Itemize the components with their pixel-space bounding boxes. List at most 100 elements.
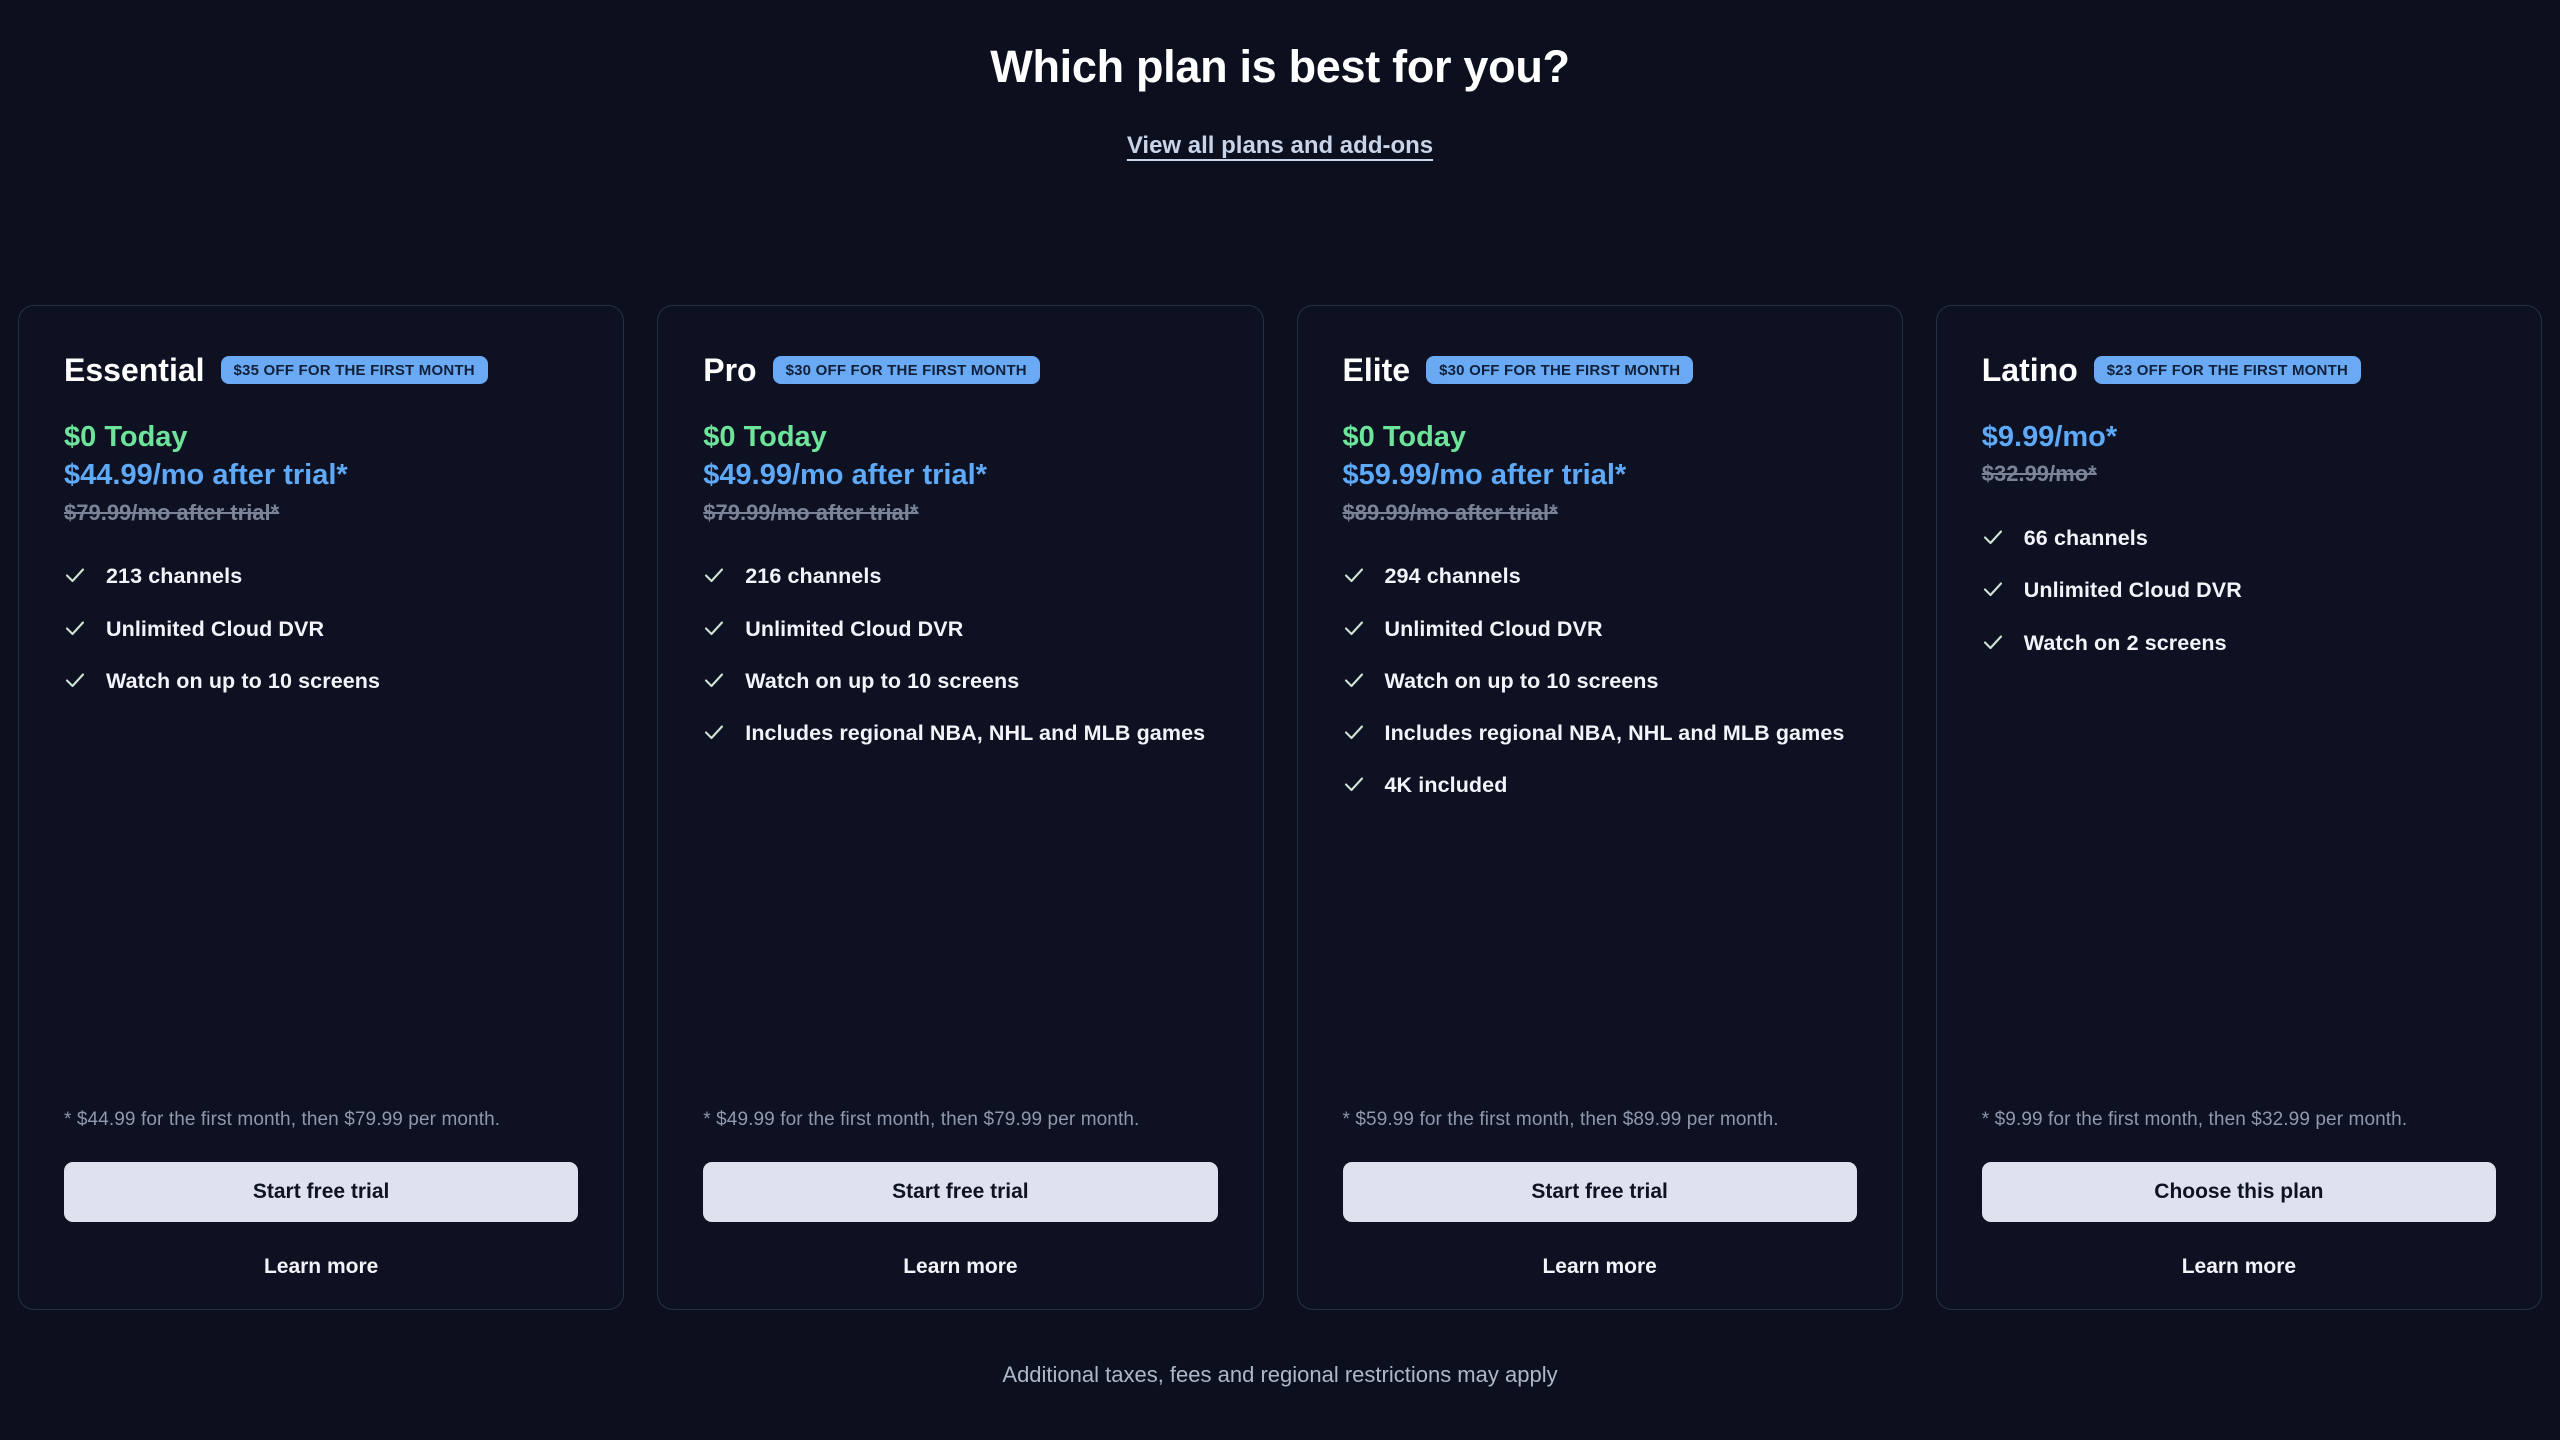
price-today: $0 Today [703, 421, 827, 453]
check-icon [1982, 631, 2004, 657]
page-header: Which plan is best for you? View all pla… [0, 0, 2560, 160]
feature-label: Watch on 2 screens [2023, 630, 2227, 655]
price-disclaimer: * $9.99 for the first month, then $32.99… [1981, 1109, 2408, 1131]
price-block: $0 Today $49.99/mo after trial* $79.99/mo … [703, 418, 1217, 528]
feature-list: 216 channels Unlimited Cloud DVR Watch on … [703, 562, 1217, 771]
plan-cta-button[interactable]: Start free trial [703, 1162, 1218, 1222]
plan-card: Essential $35 OFF FOR THE FIRST MONTH $0 T… [18, 305, 625, 1310]
learn-more-link[interactable]: Learn more [1343, 1255, 1857, 1279]
feature-item: Watch on 2 screens [1982, 629, 2496, 658]
check-icon [64, 669, 86, 695]
price-disclaimer: * $44.99 for the first month, then $79.9… [64, 1109, 501, 1131]
flex-spacer [64, 719, 578, 1106]
plan-card-header: Pro $30 OFF FOR THE FIRST MONTH [703, 348, 1217, 392]
feature-item: Includes regional NBA, NHL and MLB games [703, 719, 1217, 748]
plan-card-list: Essential $35 OFF FOR THE FIRST MONTH $0 T… [18, 305, 2542, 1310]
plan-card: Latino $23 OFF FOR THE FIRST MONTH $9.99/m… [1935, 305, 2542, 1310]
feature-label: Unlimited Cloud DVR [1384, 616, 1603, 641]
feature-label: 213 channels [106, 564, 243, 589]
feature-item: 216 channels [703, 562, 1217, 591]
plan-name: Pro [703, 351, 757, 388]
plan-card: Elite $30 OFF FOR THE FIRST MONTH $0 Today… [1296, 305, 1903, 1310]
check-icon [703, 564, 725, 590]
feature-item: Unlimited Cloud DVR [703, 615, 1217, 644]
pricing-page: Which plan is best for you? View all pla… [0, 0, 2560, 1440]
feature-item: Unlimited Cloud DVR [1343, 615, 1857, 644]
check-icon [1982, 526, 2004, 552]
check-icon [1982, 578, 2004, 604]
page-title: Which plan is best for you? [990, 41, 1570, 92]
view-all-plans-link[interactable]: View all plans and add-ons [1127, 132, 1433, 160]
price-after-trial: $44.99/mo after trial* [64, 459, 348, 492]
feature-item: 66 channels [1982, 524, 2496, 553]
feature-item: Watch on up to 10 screens [703, 667, 1217, 696]
feature-item: Unlimited Cloud DVR [1982, 576, 2496, 605]
plan-name: Latino [1981, 351, 2078, 388]
feature-label: Unlimited Cloud DVR [2023, 578, 2242, 603]
check-icon [1343, 669, 1365, 695]
feature-label: Watch on up to 10 screens [745, 668, 1020, 693]
check-icon [64, 564, 86, 590]
plan-card-header: Essential $35 OFF FOR THE FIRST MONTH [64, 348, 578, 392]
promo-badge: $23 OFF FOR THE FIRST MONTH [2093, 356, 2361, 384]
feature-label: 294 channels [1384, 564, 1521, 589]
flex-spacer [1982, 681, 2496, 1107]
feature-label: 4K included [1384, 773, 1508, 798]
feature-label: Unlimited Cloud DVR [745, 616, 964, 641]
check-icon [703, 721, 725, 747]
feature-list: 294 channels Unlimited Cloud DVR Watch on … [1343, 562, 1857, 823]
promo-badge: $35 OFF FOR THE FIRST MONTH [220, 356, 488, 384]
check-icon [1343, 564, 1365, 590]
price-today: $0 Today [64, 421, 188, 453]
feature-list: 66 channels Unlimited Cloud DVR Watch on 2… [1982, 524, 2496, 681]
check-icon [703, 669, 725, 695]
price-after-trial: $59.99/mo after trial* [1342, 459, 1627, 492]
check-icon [1343, 721, 1365, 747]
price-original-strikethrough: $79.99/mo after trial* [703, 499, 919, 525]
price-original-strikethrough: $79.99/mo after trial* [64, 499, 280, 525]
feature-label: Includes regional NBA, NHL and MLB games [745, 721, 1206, 746]
check-icon [1343, 617, 1365, 643]
price-original-strikethrough: $89.99/mo after trial* [1342, 499, 1558, 525]
feature-label: Watch on up to 10 screens [106, 668, 381, 693]
check-icon [64, 617, 86, 643]
feature-item: Watch on up to 10 screens [1343, 667, 1857, 696]
check-icon [1343, 773, 1365, 799]
feature-label: 216 channels [745, 564, 882, 589]
plan-name: Essential [64, 351, 205, 388]
price-today: $0 Today [1342, 421, 1467, 453]
flex-spacer [1343, 824, 1857, 1107]
feature-label: 66 channels [2023, 526, 2148, 551]
feature-item: 4K included [1343, 771, 1857, 800]
plan-card-header: Latino $23 OFF FOR THE FIRST MONTH [1982, 348, 2496, 392]
feature-item: Unlimited Cloud DVR [64, 615, 578, 644]
price-block: $9.99/mo* $32.99/mo* [1982, 418, 2496, 490]
footer-note: Additional taxes, fees and regional rest… [1002, 1362, 1558, 1387]
feature-label: Includes regional NBA, NHL and MLB games [1384, 721, 1845, 746]
plan-name: Elite [1342, 351, 1411, 388]
plan-card-header: Elite $30 OFF FOR THE FIRST MONTH [1343, 348, 1857, 392]
subheader: View all plans and add-ons [0, 132, 2560, 160]
feature-label: Watch on up to 10 screens [1384, 668, 1659, 693]
price-disclaimer: * $49.99 for the first month, then $79.9… [703, 1109, 1140, 1131]
price-block: $0 Today $44.99/mo after trial* $79.99/mo … [64, 418, 578, 528]
feature-list: 213 channels Unlimited Cloud DVR Watch on … [64, 562, 578, 719]
feature-item: Watch on up to 10 screens [64, 667, 578, 696]
plan-cta-button[interactable]: Start free trial [1342, 1162, 1857, 1222]
flex-spacer [703, 771, 1217, 1106]
feature-label: Unlimited Cloud DVR [106, 616, 325, 641]
promo-badge: $30 OFF FOR THE FIRST MONTH [772, 356, 1040, 384]
plan-card: Pro $30 OFF FOR THE FIRST MONTH $0 Today $4… [657, 305, 1264, 1310]
feature-item: 213 channels [64, 562, 578, 591]
check-icon [703, 617, 725, 643]
learn-more-link[interactable]: Learn more [703, 1255, 1217, 1279]
price-after-trial: $9.99/mo* [1981, 421, 2118, 453]
plan-cta-button[interactable]: Choose this plan [1981, 1162, 2496, 1222]
plan-cta-button[interactable]: Start free trial [64, 1162, 579, 1222]
price-block: $0 Today $59.99/mo after trial* $89.99/mo … [1343, 418, 1857, 528]
learn-more-link[interactable]: Learn more [1982, 1255, 2496, 1279]
price-after-trial: $49.99/mo after trial* [703, 459, 987, 492]
learn-more-link[interactable]: Learn more [64, 1255, 578, 1279]
feature-item: Includes regional NBA, NHL and MLB games [1343, 719, 1857, 748]
promo-badge: $30 OFF FOR THE FIRST MONTH [1426, 356, 1694, 384]
